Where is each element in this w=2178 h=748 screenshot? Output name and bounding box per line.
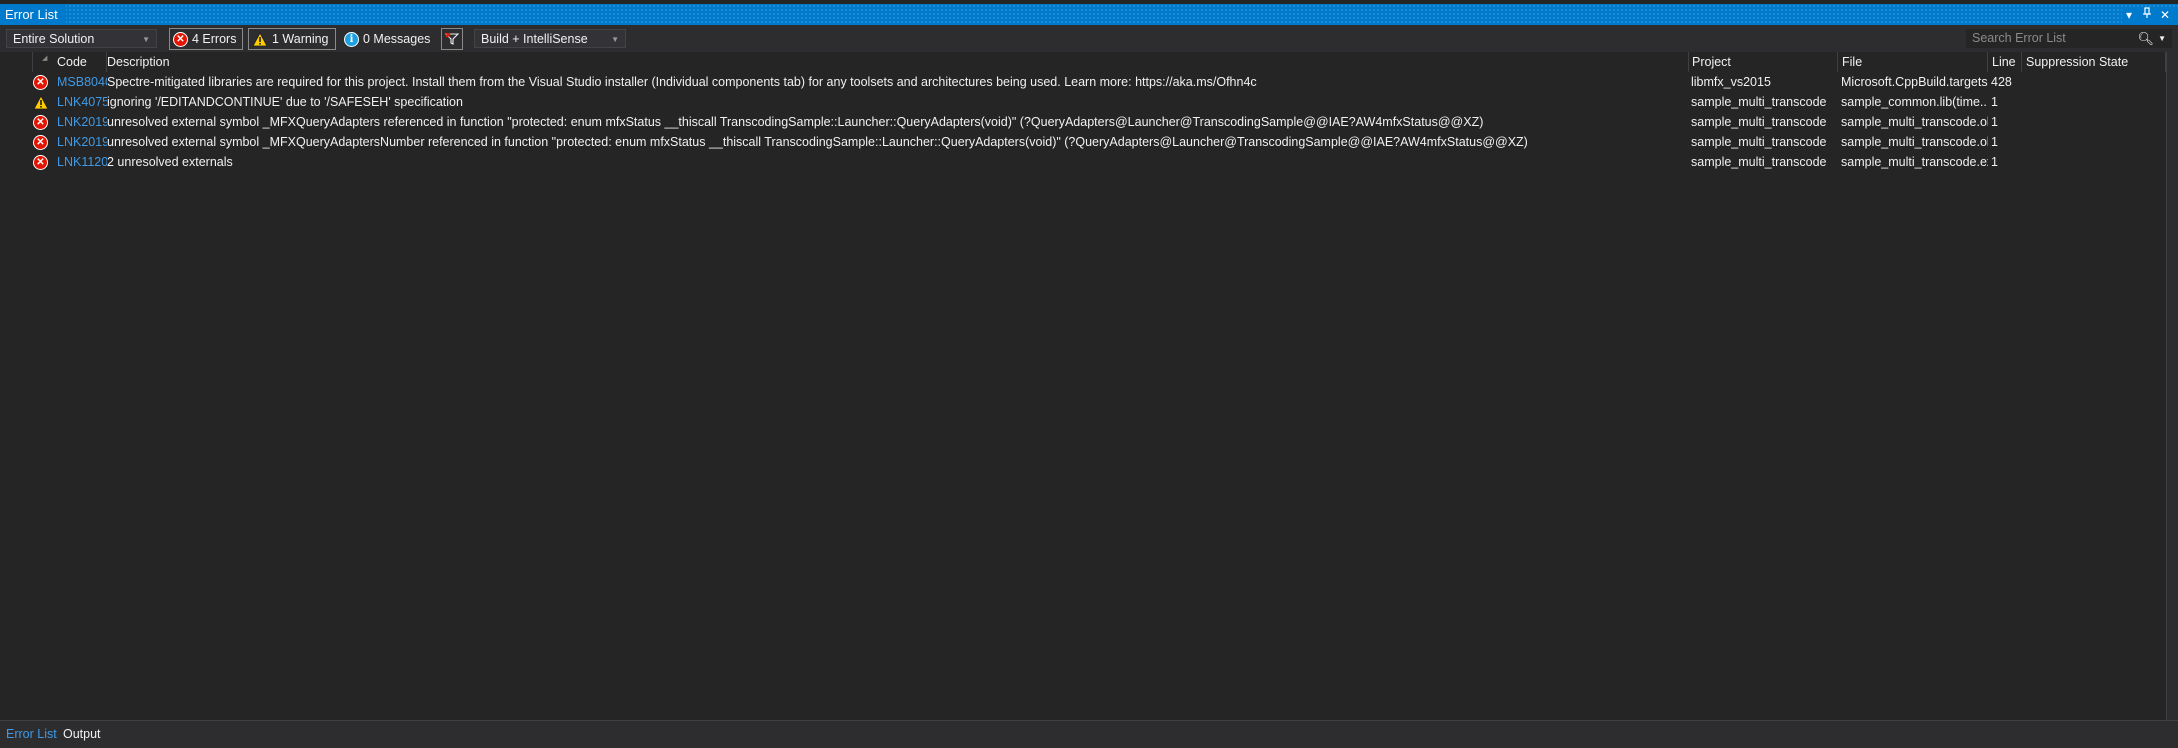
search-icon[interactable]: 🔍︎ — [2137, 29, 2154, 48]
suppression-column-header[interactable]: Suppression State — [2022, 52, 2166, 72]
row-project: sample_multi_transcode — [1691, 155, 1827, 169]
project-column-header[interactable]: Project — [1688, 52, 1838, 72]
row-line: 1 — [1991, 115, 1998, 129]
error-icon: ✕ — [173, 31, 188, 47]
window-title: Error List — [0, 4, 66, 25]
filter-funnel-icon — [445, 32, 459, 45]
row-code[interactable]: LNK2019 — [54, 112, 107, 132]
row-line: 1 — [1991, 155, 1998, 169]
description-column-header[interactable]: Description — [103, 52, 1689, 72]
table-row[interactable]: ✕ LNK2019 unresolved external symbol _MF… — [0, 132, 2166, 152]
row-file: sample_multi_transcode.obj — [1841, 135, 1988, 149]
row-line: 428 — [1991, 75, 2012, 89]
file-column-header[interactable]: File — [1838, 52, 1988, 72]
table-row[interactable]: ✕ MSB8040 Spectre-mitigated libraries ar… — [0, 72, 2166, 92]
error-list-window: Error List ▾ ✕ Entire Solution ▼ ✕ 4 Err… — [0, 0, 2178, 748]
close-icon[interactable]: ✕ — [2158, 7, 2172, 23]
info-icon: i — [344, 31, 359, 47]
row-code[interactable]: MSB8040 — [54, 72, 107, 92]
warnings-filter-button[interactable]: 1 Warning — [248, 28, 336, 50]
row-code[interactable]: LNK4075 — [54, 92, 107, 112]
scope-dropdown-value: Entire Solution — [13, 32, 95, 46]
row-code[interactable]: LNK2019 — [54, 132, 107, 152]
error-icon: ✕ — [33, 155, 49, 170]
row-line: 1 — [1991, 95, 1998, 109]
row-description: 2 unresolved externals — [107, 155, 233, 169]
row-project: libmfx_vs2015 — [1691, 75, 1771, 89]
table-row[interactable]: ✕ LNK1120 2 unresolved externals sample_… — [0, 152, 2166, 172]
search-input[interactable]: Search Error List 🔍︎ ▼ — [1966, 29, 2172, 48]
table-row[interactable]: LNK4075 ignoring '/EDITANDCONTINUE' due … — [0, 92, 2166, 112]
chevron-down-icon: ▼ — [142, 35, 150, 44]
row-file: sample_common.lib(time.... — [1841, 95, 1988, 109]
bottom-tab-strip: Error List Output — [0, 720, 2178, 748]
code-column-header[interactable]: Code — [53, 52, 107, 72]
severity-column-header[interactable] — [0, 52, 33, 72]
error-list-toolbar: Entire Solution ▼ ✕ 4 Errors 1 Warning i… — [0, 25, 2178, 52]
messages-filter-button[interactable]: i 0 Messages — [340, 28, 438, 50]
row-project: sample_multi_transcode — [1691, 115, 1827, 129]
warning-icon — [252, 31, 268, 47]
row-line: 1 — [1991, 135, 1998, 149]
table-row[interactable]: ✕ LNK2019 unresolved external symbol _MF… — [0, 112, 2166, 132]
tool-window-titlebar[interactable]: Error List ▾ ✕ — [0, 4, 2178, 25]
row-file: Microsoft.CppBuild.targets — [1841, 75, 1988, 89]
row-code[interactable]: LNK1120 — [54, 152, 107, 172]
messages-filter-label: 0 Messages — [363, 32, 431, 46]
row-description: ignoring '/EDITANDCONTINUE' due to '/SAF… — [107, 95, 463, 109]
row-file: sample_multi_transcode.exe — [1841, 155, 1988, 169]
row-file: sample_multi_transcode.obj — [1841, 115, 1988, 129]
sort-indicator-icon: ◢ — [42, 55, 48, 62]
tab-error-list[interactable]: Error List — [6, 726, 57, 742]
line-column-header[interactable]: Line — [1988, 52, 2022, 72]
build-source-dropdown[interactable]: Build + IntelliSense ▼ — [474, 29, 626, 48]
warning-icon — [33, 95, 49, 110]
filter-funnel-button[interactable] — [441, 28, 463, 50]
build-source-value: Build + IntelliSense — [481, 32, 588, 46]
errors-filter-label: 4 Errors — [192, 32, 237, 46]
scope-dropdown[interactable]: Entire Solution ▼ — [6, 29, 157, 48]
row-description: Spectre-mitigated libraries are required… — [107, 75, 1257, 89]
row-project: sample_multi_transcode — [1691, 135, 1827, 149]
error-icon: ✕ — [33, 115, 49, 130]
search-placeholder: Search Error List — [1972, 31, 2066, 45]
chevron-down-icon: ▼ — [611, 35, 619, 44]
pin-icon[interactable] — [2140, 6, 2154, 23]
errors-filter-button[interactable]: ✕ 4 Errors — [169, 28, 244, 50]
error-icon: ✕ — [33, 75, 49, 90]
row-description: unresolved external symbol _MFXQueryAdap… — [107, 135, 1528, 149]
grid-header: ◢ Code Description Project File Line Sup… — [0, 52, 2166, 72]
row-description: unresolved external symbol _MFXQueryAdap… — [107, 115, 1484, 129]
row-project: sample_multi_transcode — [1691, 95, 1827, 109]
warnings-filter-label: 1 Warning — [272, 32, 329, 46]
error-icon: ✕ — [33, 135, 49, 150]
vertical-scrollbar[interactable] — [2166, 52, 2178, 720]
error-grid: ◢ Code Description Project File Line Sup… — [0, 52, 2166, 720]
window-position-dropdown-icon[interactable]: ▾ — [2122, 7, 2136, 23]
tab-output[interactable]: Output — [63, 726, 101, 742]
search-options-chevron-icon[interactable]: ▼ — [2158, 29, 2166, 48]
